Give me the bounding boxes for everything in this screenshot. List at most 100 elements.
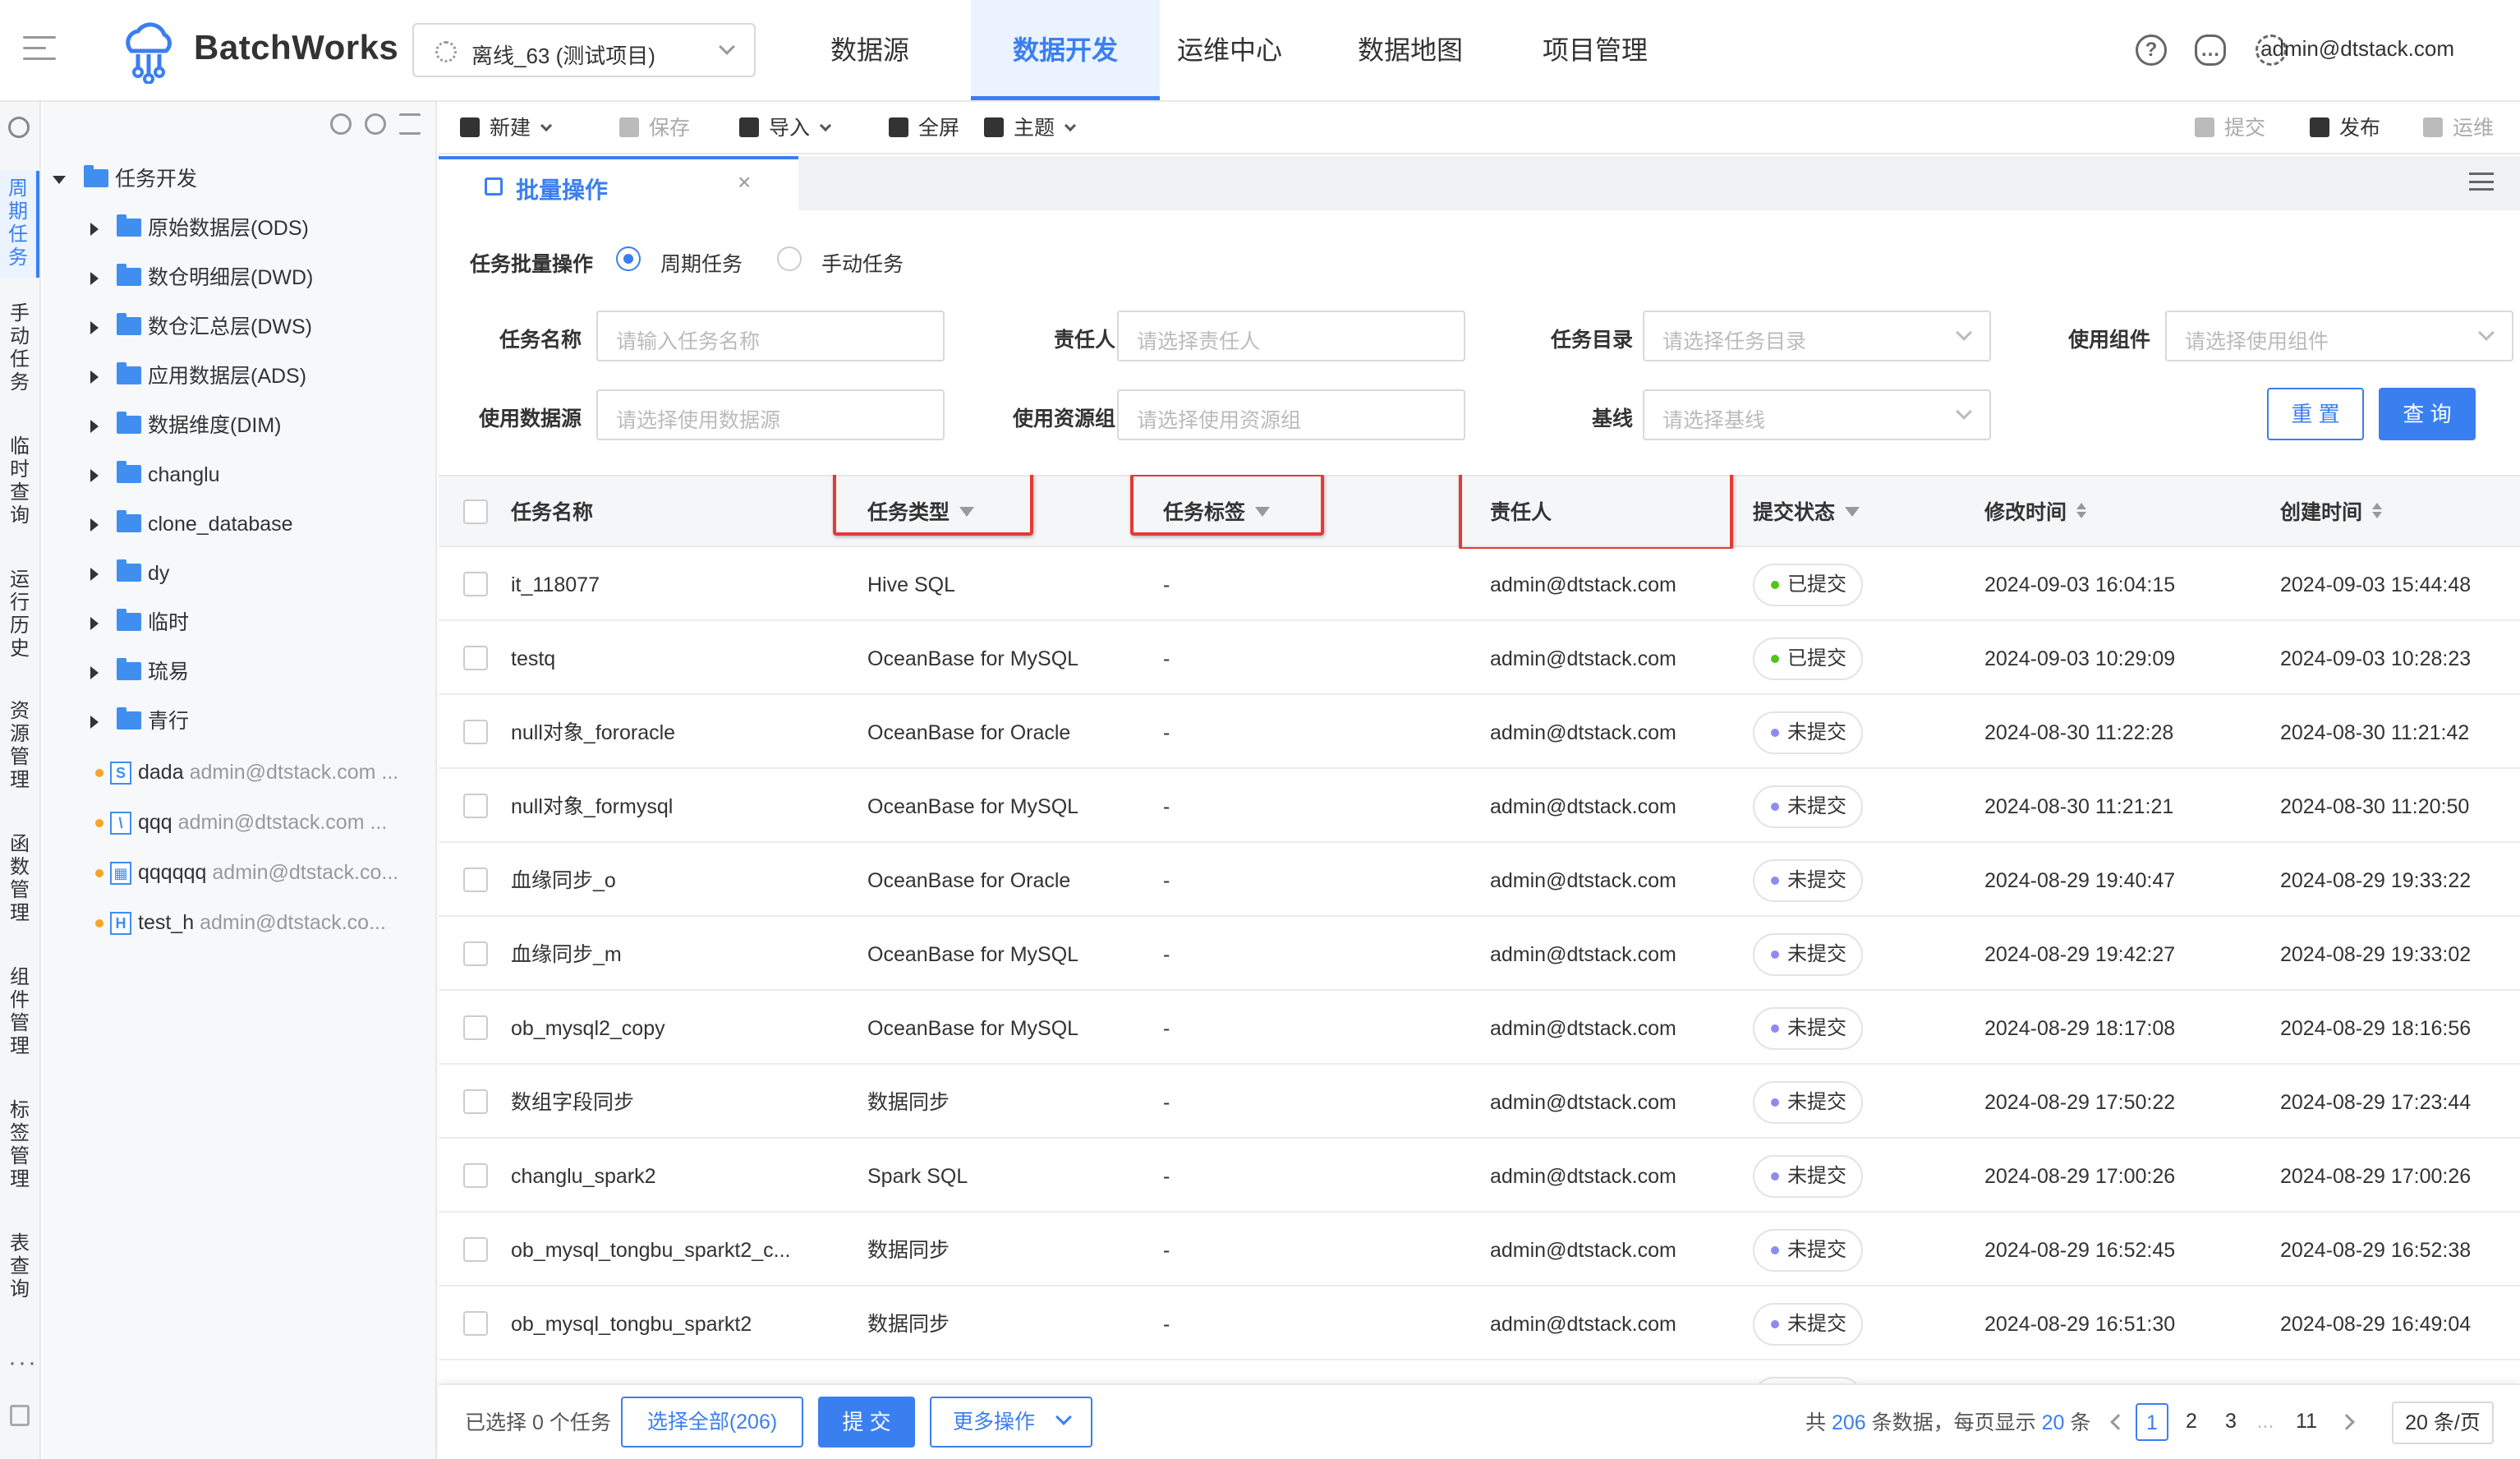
tree-folder[interactable]: 数仓汇总层(DWS)	[90, 302, 312, 352]
table-row[interactable]: it_118077 Hive SQL - admin@dtstack.com 已提交 20…	[439, 549, 2520, 621]
tree-folder[interactable]: 数仓明细层(DWD)	[90, 253, 313, 302]
page-1[interactable]: 1	[2136, 1403, 2168, 1441]
tree-folder[interactable]: 临时	[90, 598, 189, 647]
tree-folder[interactable]: 琉易	[90, 647, 189, 697]
tree-folder[interactable]: dy	[90, 549, 169, 598]
menu-toggle-icon[interactable]	[23, 36, 56, 61]
table-row[interactable]: ob_mysql_tongbu_sparkt2 数据同步 - admin@dtstac…	[439, 1288, 2520, 1360]
tab-batch-operation[interactable]: 批量操作 ×	[439, 156, 798, 210]
rail-tab-table-query[interactable]: 表查询	[0, 1232, 39, 1301]
cell-task-name[interactable]: 11	[511, 1362, 839, 1383]
select-all-button[interactable]: 选择全部(206)	[621, 1397, 803, 1447]
prev-page-icon[interactable]	[2110, 1414, 2127, 1430]
caret-down-icon[interactable]	[53, 176, 66, 185]
rail-tab-run-history[interactable]: 运行历史	[0, 568, 39, 660]
table-row[interactable]: 数组字段同步 数据同步 - admin@dtstack.com 未提交 2024-08-2…	[439, 1066, 2520, 1139]
table-row[interactable]: 11 数据同步- admin@dtstack.com 未提交 2024-08-29 16…	[439, 1362, 2520, 1383]
page-2[interactable]: 2	[2175, 1403, 2208, 1441]
rail-tab-manual-tasks[interactable]: 手动任务	[0, 302, 39, 394]
refresh-icon[interactable]	[365, 113, 386, 135]
row-checkbox[interactable]	[463, 1163, 488, 1188]
table-row[interactable]: changlu_spark2 Spark SQL - admin@dtstack.co…	[439, 1140, 2520, 1213]
row-checkbox[interactable]	[463, 572, 488, 596]
caret-right-icon[interactable]	[90, 272, 99, 286]
cell-task-name[interactable]: ob_mysql2_copy	[511, 992, 839, 1065]
tree-folder[interactable]: clone_database	[90, 499, 293, 549]
list-icon[interactable]	[399, 113, 421, 135]
caret-right-icon[interactable]	[90, 518, 99, 532]
tree-folder[interactable]: 原始数据层(ODS)	[90, 204, 309, 253]
table-row[interactable]: ob_mysql2_copy OceanBase for MySQL - admin@…	[439, 992, 2520, 1065]
caret-right-icon[interactable]	[90, 371, 99, 384]
import-button[interactable]: 导入	[739, 102, 832, 154]
caret-right-icon[interactable]	[90, 321, 99, 335]
batch-submit-button[interactable]: 提 交	[818, 1397, 915, 1447]
save-button[interactable]: 保存	[619, 102, 690, 154]
resource-group-select[interactable]: 请选择使用资源组	[1117, 389, 1465, 440]
row-checkbox[interactable]	[463, 1089, 488, 1114]
user-account[interactable]: admin@dtstack.com	[2260, 36, 2454, 62]
tree-folder[interactable]: 数据维度(DIM)	[90, 401, 281, 450]
project-selector[interactable]: 离线_63 (测试项目)	[412, 23, 756, 77]
tree-task-item[interactable]: \ qqq admin@dtstack.com ...	[95, 798, 432, 847]
caret-right-icon[interactable]	[90, 420, 99, 434]
close-icon[interactable]: ×	[738, 169, 751, 196]
locate-icon[interactable]	[330, 113, 352, 135]
cell-task-name[interactable]: changlu_spark2	[511, 1140, 839, 1213]
table-row[interactable]: null对象_formysql OceanBase for MySQL - admin…	[439, 771, 2520, 843]
caret-right-icon[interactable]	[90, 666, 99, 680]
fullscreen-button[interactable]: 全屏	[889, 102, 959, 154]
caret-right-icon[interactable]	[90, 617, 99, 631]
tree-folder[interactable]: 应用数据层(ADS)	[90, 352, 306, 401]
reset-button[interactable]: 重 置	[2267, 388, 2364, 440]
component-select[interactable]: 请选择使用组件	[2165, 311, 2513, 361]
col-submit-status[interactable]: 提交状态	[1753, 476, 1860, 549]
theme-button[interactable]: 主题	[984, 102, 1077, 154]
cell-task-name[interactable]: 数组字段同步	[511, 1066, 839, 1139]
nav-tab-data-development[interactable]: 数据开发	[971, 0, 1160, 100]
owner-select[interactable]: 请选择责任人	[1117, 311, 1465, 361]
cell-task-name[interactable]: 血缘同步_o	[511, 845, 839, 917]
submit-toolbar-button[interactable]: 提交	[2195, 102, 2265, 154]
directory-select[interactable]: 请选择任务目录	[1643, 311, 1991, 361]
radio-manual[interactable]	[777, 246, 802, 271]
row-checkbox[interactable]	[463, 646, 488, 670]
task-name-input[interactable]: 请输入任务名称	[596, 311, 945, 361]
tree-folder[interactable]: 青行	[90, 697, 189, 746]
table-row[interactable]: null对象_fororacle OceanBase for Oracle - adm…	[439, 697, 2520, 769]
select-all-checkbox[interactable]	[463, 499, 488, 524]
page-3[interactable]: 3	[2214, 1403, 2247, 1441]
rail-tab-temp-query[interactable]: 临时查询	[0, 435, 39, 527]
tab-list-icon[interactable]	[2469, 173, 2494, 191]
row-checkbox[interactable]	[463, 794, 488, 818]
filter-icon[interactable]	[1845, 507, 1860, 518]
col-created-time[interactable]: 创建时间	[2280, 476, 2382, 549]
query-button[interactable]: 查 询	[2379, 388, 2476, 440]
page-ellipsis[interactable]: ...	[2249, 1403, 2282, 1441]
table-row[interactable]: ob_mysql_tongbu_sparkt2_c... 数据同步 - admin@d…	[439, 1214, 2520, 1286]
search-icon[interactable]	[8, 117, 30, 138]
baseline-select[interactable]: 请选择基线	[1643, 389, 1991, 440]
new-button[interactable]: 新建	[460, 102, 553, 154]
ops-button[interactable]: 运维	[2423, 102, 2494, 154]
chat-icon[interactable]: …	[2195, 35, 2226, 66]
nav-tab-data-map[interactable]: 数据地图	[1357, 0, 1464, 100]
rail-tab-periodic-tasks[interactable]: 周期任务	[0, 171, 39, 278]
datasource-select[interactable]: 请选择使用数据源	[596, 389, 945, 440]
rail-tab-resource-management[interactable]: 资源管理	[0, 700, 39, 792]
nav-tab-datasource[interactable]: 数据源	[818, 0, 922, 100]
table-row[interactable]: 血缘同步_o OceanBase for Oracle - admin@dtstack…	[439, 845, 2520, 917]
row-checkbox[interactable]	[463, 1015, 488, 1040]
more-operations-button[interactable]: 更多操作	[930, 1397, 1092, 1447]
caret-right-icon[interactable]	[90, 568, 99, 582]
help-icon[interactable]: ?	[2136, 35, 2167, 66]
rail-tab-function-management[interactable]: 函数管理	[0, 833, 39, 925]
col-modified-time[interactable]: 修改时间	[1984, 476, 2086, 549]
caret-right-icon[interactable]	[90, 469, 99, 483]
tree-task-item[interactable]: Sdada admin@dtstack.com ...	[95, 748, 432, 797]
cell-task-name[interactable]: null对象_formysql	[511, 771, 839, 843]
row-checkbox[interactable]	[463, 941, 488, 966]
tree-root-folder[interactable]: 任务开发	[53, 154, 197, 204]
row-checkbox[interactable]	[463, 720, 488, 744]
cell-task-name[interactable]: 血缘同步_m	[511, 918, 839, 991]
